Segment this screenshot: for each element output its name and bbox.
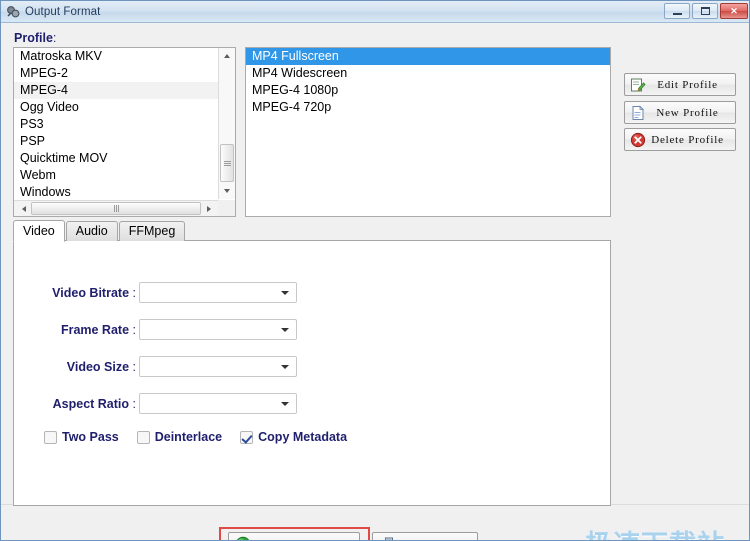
close-button[interactable]: ✕ [720,3,748,19]
format-list-items: Matroska MKV MPEG-2 MPEG-4 Ogg Video PS3… [14,48,219,201]
scroll-up-button[interactable] [219,48,235,64]
tab-audio[interactable]: Audio [65,221,118,241]
scroll-left-button[interactable] [14,201,30,216]
list-item[interactable]: Ogg Video [14,99,219,116]
aspect-ratio-select[interactable] [139,393,297,414]
vertical-scroll-thumb[interactable] [220,144,234,182]
delete-profile-label: Delete Profile [651,133,724,146]
maximize-button[interactable] [692,3,718,19]
title-bar: Output Format ✕ [1,1,749,23]
list-item[interactable]: PSP [14,133,219,150]
cancel-exit-icon [379,536,395,540]
edit-profile-button[interactable]: Edit Profile [624,73,736,96]
two-pass-checkbox[interactable]: Two Pass [44,430,119,444]
delete-circle-icon [630,132,646,148]
new-document-icon [630,105,646,121]
chevron-up-icon [224,54,230,58]
cancel-label: Cancel [395,538,477,541]
app-icon [6,5,20,19]
list-item[interactable]: MPEG-4 720p [246,99,610,116]
scroll-down-button[interactable] [219,183,235,199]
minimize-icon [672,12,682,15]
list-item[interactable]: MPEG-2 [14,65,219,82]
tab-ffmpeg[interactable]: FFMpeg [118,221,186,241]
list-item-selected[interactable]: MPEG-4 [14,82,219,99]
video-bitrate-select[interactable] [139,282,297,303]
frame-rate-label-colon: : [132,323,136,337]
new-profile-button[interactable]: New Profile [624,101,736,124]
grip-icon [223,160,231,166]
list-item[interactable]: Quicktime MOV [14,150,219,167]
chevron-down-icon [281,328,289,332]
list-item[interactable]: Webm [14,167,219,184]
video-bitrate-label: Video Bitrate : [24,286,136,300]
format-list[interactable]: Matroska MKV MPEG-2 MPEG-4 Ogg Video PS3… [13,47,236,217]
video-options-row: Two Pass Deinterlace Copy Metadata [44,430,365,444]
horizontal-scroll-thumb[interactable] [31,202,201,215]
maximize-icon [700,7,710,15]
close-icon: ✕ [730,5,738,16]
video-size-label: Video Size : [24,360,136,374]
edit-profile-icon [630,77,646,93]
settings-tabstrip: Video Audio FFMpeg [13,219,611,242]
video-bitrate-label-text: Video Bitrate [52,286,130,300]
list-item[interactable]: MP4 Widescreen [246,65,610,82]
aspect-ratio-label-text: Aspect Ratio [52,397,130,411]
profile-label-colon: : [52,31,57,45]
chevron-down-icon [281,291,289,295]
chevron-right-icon [206,205,214,212]
two-pass-label: Two Pass [62,430,119,444]
checkbox-icon[interactable] [136,430,150,444]
frame-rate-label-text: Frame Rate [60,323,130,337]
chevron-left-icon [19,205,26,212]
preset-list[interactable]: MP4 Fullscreen MP4 Widescreen MPEG-4 108… [245,47,611,217]
frame-rate-label: Frame Rate : [24,323,136,337]
aspect-ratio-label: Aspect Ratio : [24,397,136,411]
list-item[interactable]: MPEG-4 1080p [246,82,610,99]
video-bitrate-label-colon: : [132,286,136,300]
preset-list-items: MP4 Fullscreen MP4 Widescreen MPEG-4 108… [246,48,610,116]
output-format-window: Output Format ✕ Profile: Matroska MKV MP… [0,0,750,541]
list-item[interactable]: Windows [14,184,219,201]
profile-label-text: Profile [14,31,53,45]
video-size-label-colon: : [132,360,136,374]
grip-icon [113,205,119,212]
new-profile-label: New Profile [656,106,719,119]
tab-video[interactable]: Video [13,220,65,242]
checkbox-checked-icon[interactable] [240,430,254,444]
cancel-button[interactable]: Cancel [372,532,478,541]
list-item-selected[interactable]: MP4 Fullscreen [246,48,610,65]
chevron-down-icon [281,402,289,406]
profile-section-label: Profile: [14,31,56,45]
minimize-button[interactable] [664,3,690,19]
checkbox-icon[interactable] [44,430,57,444]
video-size-label-text: Video Size [66,360,130,374]
chevron-down-icon [281,365,289,369]
list-item[interactable]: Matroska MKV [14,48,219,65]
list-item[interactable]: PS3 [14,116,219,133]
ok-button-highlight [219,527,370,540]
video-tab-panel: Video Bitrate : Frame Rate : Video Size … [13,240,611,506]
edit-profile-label: Edit Profile [657,78,718,91]
video-size-select[interactable] [139,356,297,377]
delete-profile-button[interactable]: Delete Profile [624,128,736,151]
aspect-ratio-label-colon: : [132,397,136,411]
format-list-vertical-scrollbar[interactable] [218,48,235,199]
copy-metadata-label: Copy Metadata [258,430,348,444]
chevron-down-icon [224,189,230,193]
format-list-horizontal-scrollbar[interactable] [14,200,218,216]
frame-rate-select[interactable] [139,319,297,340]
deinterlace-checkbox[interactable]: Deinterlace [136,430,223,444]
site-watermark: 极速下载站 [585,523,725,540]
scrollbar-corner [218,200,235,216]
window-controls: ✕ [664,3,748,19]
dialog-content: Profile: Matroska MKV MPEG-2 MPEG-4 Ogg … [1,23,749,540]
scroll-right-button[interactable] [202,201,218,216]
deinterlace-label: Deinterlace [154,430,223,444]
copy-metadata-checkbox[interactable]: Copy Metadata [240,430,347,444]
window-title: Output Format [25,5,101,18]
